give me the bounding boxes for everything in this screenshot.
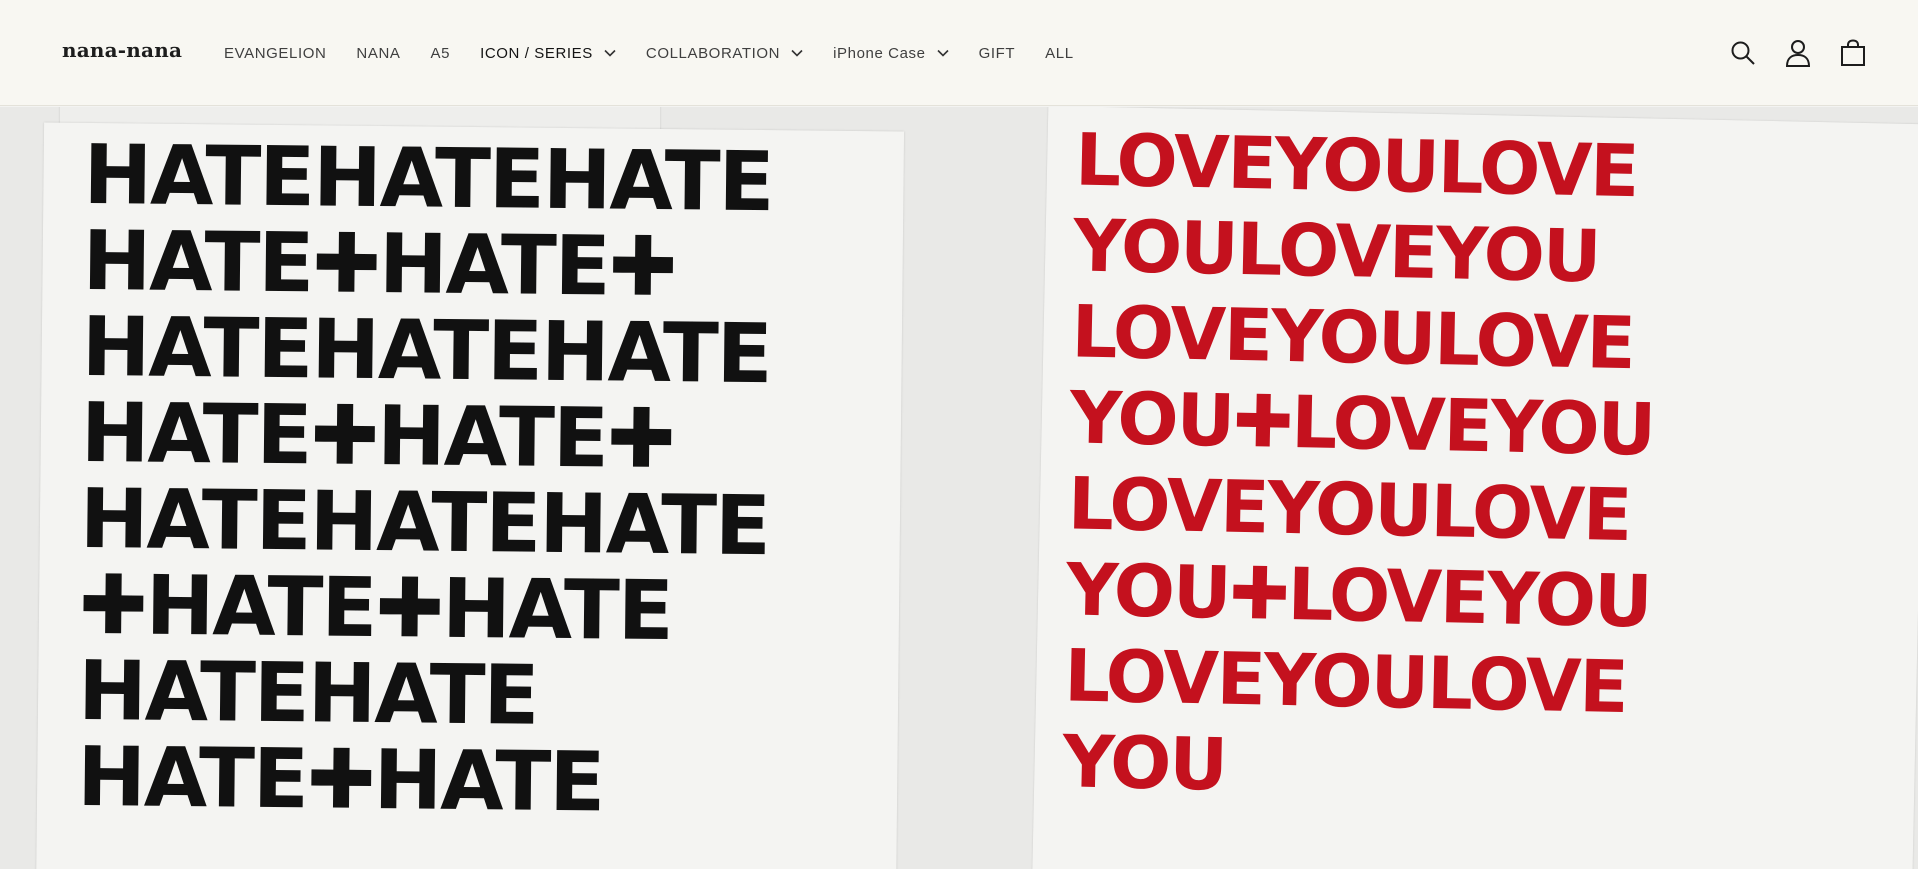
- chevron-down-icon: [791, 49, 803, 57]
- love-you-painted-text: LOVEYOULOVE YOULOVEYOU LOVEYOULOVE YOU✚L…: [1062, 116, 1856, 820]
- art-line: HATEHATEHATE: [81, 299, 772, 403]
- art-line: LOVEYOULOVE: [1067, 461, 1632, 558]
- nav-item-label: A5: [430, 44, 451, 62]
- chevron-down-icon: [937, 49, 949, 57]
- nav-item-nana[interactable]: NANA: [356, 45, 400, 62]
- main-nav: EVANGELION NANA A5 ICON / SERIES COLLABO…: [224, 0, 1104, 106]
- art-line: YOULOVEYOU: [1072, 203, 1601, 299]
- nav-item-iphone-case[interactable]: iPhone Case: [833, 45, 949, 62]
- nav-item-evangelion[interactable]: EVANGELION: [224, 45, 326, 62]
- nav-item-label: iPhone Case: [833, 44, 926, 62]
- nav-item-label: ICON / SERIES: [480, 44, 593, 62]
- nav-item-icon-series[interactable]: ICON / SERIES: [480, 45, 616, 62]
- love-you-artwork: LOVEYOULOVE YOULOVEYOU LOVEYOULOVE YOU✚L…: [1031, 107, 1918, 869]
- chevron-down-icon: [604, 49, 616, 57]
- art-line: LOVEYOULOVE: [1063, 633, 1628, 730]
- account-icon: [1785, 40, 1811, 67]
- nav-item-label: GIFT: [978, 44, 1016, 62]
- art-line: YOU: [1061, 719, 1227, 807]
- site-header: nana-nana EVANGELION NANA A5 ICON / SERI…: [0, 0, 1918, 106]
- hate-artwork: HATEHATEHATE HATE✚HATE✚ HATEHATEHATE HAT…: [35, 122, 905, 869]
- nav-item-label: COLLABORATION: [645, 44, 781, 62]
- art-line: HATEHATE: [77, 643, 538, 744]
- art-line: LOVEYOULOVE: [1070, 289, 1635, 386]
- search-icon: [1731, 41, 1755, 65]
- cart-icon: [1841, 39, 1865, 66]
- art-line: HATE✚HATE✚: [82, 213, 676, 316]
- art-line: HATEHATEHATE: [79, 471, 770, 575]
- art-line: LOVEYOULOVE: [1074, 117, 1639, 214]
- search-button[interactable]: [1728, 38, 1758, 68]
- nav-item-label: NANA: [356, 44, 401, 62]
- nav-item-label: ALL: [1045, 44, 1074, 62]
- art-line: YOU✚LOVEYOU: [1065, 547, 1652, 644]
- nav-item-all[interactable]: ALL: [1045, 45, 1074, 62]
- art-line: HATE✚HATE✚: [80, 385, 675, 488]
- account-button[interactable]: [1783, 38, 1813, 68]
- nav-item-a5[interactable]: A5: [431, 45, 451, 62]
- art-line: HATE✚HATE: [76, 729, 604, 831]
- art-line: ✚HATE✚HATE: [78, 557, 673, 660]
- hero-banner[interactable]: HATEHATEHATE HATE✚HATE✚ HATEHATEHATE HAT…: [0, 107, 1918, 869]
- nav-item-collaboration[interactable]: COLLABORATION: [646, 45, 803, 62]
- hate-painted-text: HATEHATEHATE HATE✚HATE✚ HATEHATEHATE HAT…: [76, 127, 864, 831]
- cart-button[interactable]: [1838, 38, 1868, 68]
- art-line: YOU✚LOVEYOU: [1068, 375, 1655, 472]
- nav-item-gift[interactable]: GIFT: [979, 45, 1016, 62]
- art-line: HATEHATEHATE: [83, 127, 774, 231]
- logo[interactable]: nana-nana: [62, 38, 182, 62]
- nav-item-label: EVANGELION: [224, 44, 327, 62]
- header-icons: [1703, 0, 1868, 106]
